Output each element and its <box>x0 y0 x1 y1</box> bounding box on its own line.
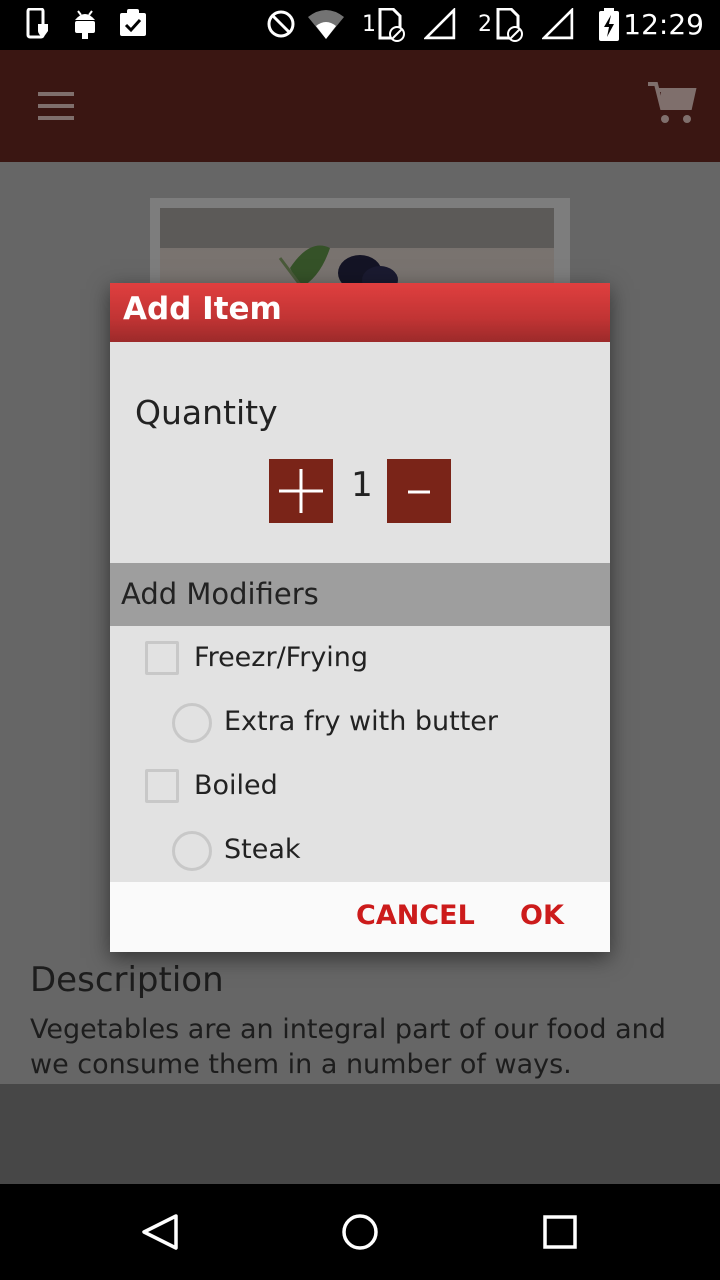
dialog-footer: CANCEL OK <box>110 882 610 952</box>
modifier-checkbox[interactable] <box>145 641 179 675</box>
cancel-button[interactable]: CANCEL <box>356 900 475 931</box>
signal-icon <box>542 8 574 40</box>
modifier-steak[interactable]: Steak <box>110 831 610 875</box>
modifier-radio[interactable] <box>172 831 212 871</box>
modifier-label: Boiled <box>194 770 278 801</box>
modifier-label: Extra fry with butter <box>224 706 499 737</box>
hamburger-menu-icon[interactable] <box>30 86 82 126</box>
phone-shield-icon <box>26 8 48 39</box>
battery-charging-icon <box>599 8 619 41</box>
do-not-disturb-icon <box>267 10 295 38</box>
ok-button[interactable]: OK <box>520 900 564 931</box>
back-icon[interactable] <box>136 1208 184 1256</box>
wifi-icon <box>308 10 344 39</box>
dialog-header: Add Item <box>110 283 610 342</box>
clock: 12:29 <box>623 8 704 41</box>
increment-button[interactable] <box>269 459 333 523</box>
android-icon <box>75 10 95 39</box>
modifier-checkbox[interactable] <box>145 769 179 803</box>
dialog-title: Add Item <box>123 291 282 327</box>
clipboard-check-icon <box>120 9 146 36</box>
description-text: Vegetables are an integral part of our f… <box>30 1014 666 1080</box>
sim1-icon <box>378 8 405 42</box>
modifier-extra-fry-with-butter[interactable]: Extra fry with butter <box>110 703 610 747</box>
description-title: Description <box>30 960 224 1000</box>
sim2-label: 2 <box>478 12 492 37</box>
modifier-label: Steak <box>224 834 301 865</box>
modifier-label: Freezr/Frying <box>194 642 369 673</box>
quantity-label: Quantity <box>135 393 278 432</box>
add-item-dialog: Add Item Quantity 1 Add Modifiers Freezr… <box>110 283 610 952</box>
sim2-icon <box>496 8 523 42</box>
bottom-area <box>0 1084 720 1184</box>
signal-icon <box>424 8 456 40</box>
quantity-value: 1 <box>351 465 373 505</box>
modifier-radio[interactable] <box>172 703 212 743</box>
recents-icon[interactable] <box>536 1208 584 1256</box>
modifier-boiled[interactable]: Boiled <box>110 769 610 813</box>
navigation-bar <box>0 1184 720 1280</box>
modifiers-header: Add Modifiers <box>110 563 610 626</box>
home-icon[interactable] <box>336 1208 384 1256</box>
app-bar <box>0 50 720 162</box>
modifiers-title: Add Modifiers <box>121 577 319 611</box>
decrement-button[interactable] <box>387 459 451 523</box>
minus-icon <box>408 490 430 494</box>
status-bar: 1 2 12:29 <box>0 0 720 50</box>
modifier-freezr-frying[interactable]: Freezr/Frying <box>110 641 610 685</box>
plus-icon <box>279 469 323 513</box>
shopping-cart-icon[interactable] <box>646 78 698 128</box>
sim1-label: 1 <box>362 12 376 37</box>
